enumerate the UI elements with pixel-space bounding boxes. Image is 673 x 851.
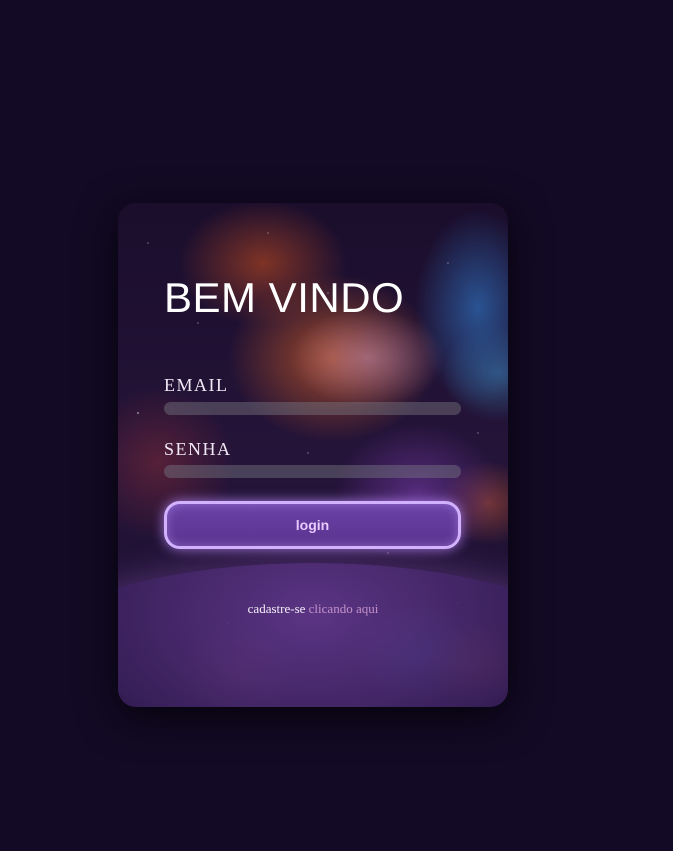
password-field[interactable] — [164, 465, 461, 478]
login-form: BEM VINDO EMAIL SENHA login cadastre-se … — [118, 203, 508, 707]
email-field[interactable] — [164, 402, 461, 415]
signup-text: cadastre-se — [247, 601, 306, 616]
page-title: BEM VINDO — [164, 274, 405, 321]
email-label: EMAIL — [164, 375, 229, 395]
login-button[interactable]: login — [164, 501, 461, 549]
password-label: SENHA — [164, 439, 232, 459]
login-card: BEM VINDO EMAIL SENHA login cadastre-se … — [118, 203, 508, 707]
signup-line: cadastre-se clicando aqui — [118, 601, 508, 617]
signup-link[interactable]: clicando aqui — [309, 601, 379, 616]
